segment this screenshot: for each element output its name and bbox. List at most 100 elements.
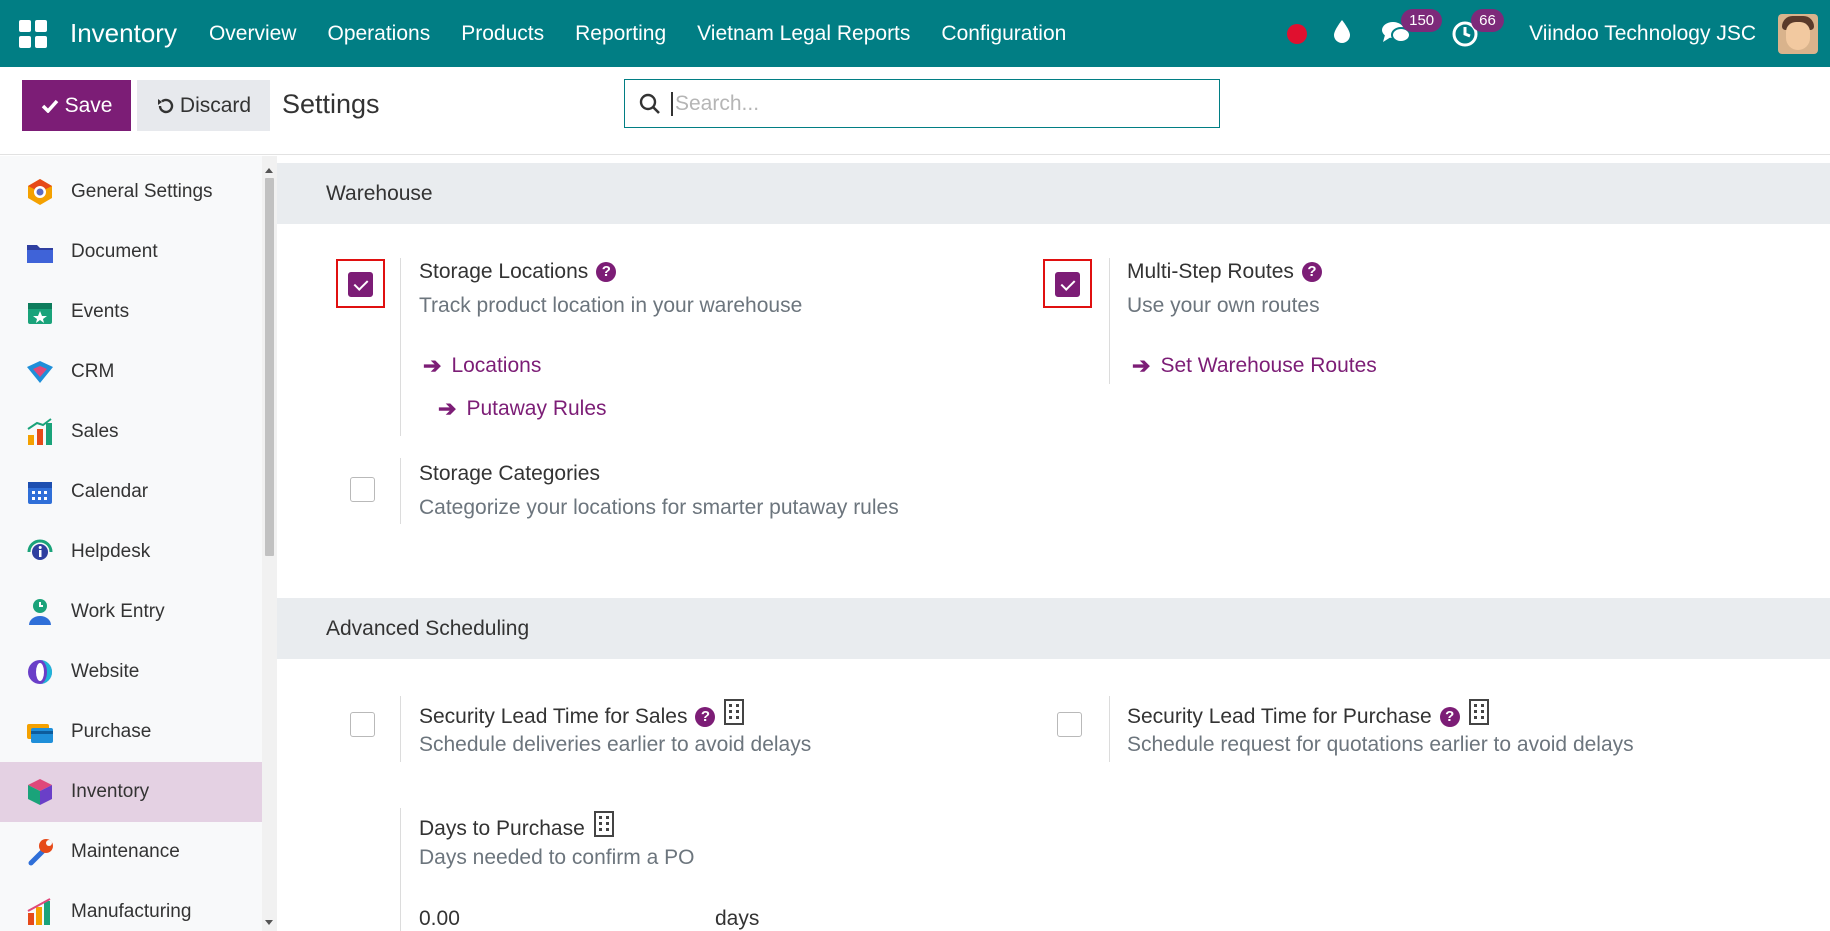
sidebar-item-helpdesk[interactable]: Helpdesk xyxy=(0,522,262,582)
activities-badge: 66 xyxy=(1471,8,1504,32)
sidebar-item-sales[interactable]: Sales xyxy=(0,402,262,462)
menu-reporting[interactable]: Reporting xyxy=(575,22,666,46)
sidebar-item-document[interactable]: Document xyxy=(0,222,262,282)
activities-button[interactable]: 66 xyxy=(1451,8,1504,48)
sidebar-item-inventory[interactable]: Inventory xyxy=(0,762,262,822)
company-building-icon xyxy=(593,811,614,837)
locations-link[interactable]: ➔ Locations xyxy=(423,353,541,379)
undo-icon xyxy=(157,98,174,113)
scroll-up-arrow[interactable] xyxy=(265,168,273,173)
settings-content: Warehouse Storage Locations? Track produ… xyxy=(277,156,1830,931)
storage-categories-desc: Categorize your locations for smarter pu… xyxy=(419,496,899,519)
sidebar-item-label: Work Entry xyxy=(71,601,165,622)
page-title: Settings xyxy=(282,89,380,119)
storage-categories-checkbox[interactable] xyxy=(350,477,375,502)
menu-products[interactable]: Products xyxy=(461,22,544,46)
lead-time-purchase-title: Security Lead Time for Purchase? xyxy=(1127,699,1490,729)
search-box[interactable] xyxy=(624,79,1220,128)
user-avatar[interactable] xyxy=(1778,13,1818,54)
purchase-icon xyxy=(27,724,53,743)
sidebar-item-label: Helpdesk xyxy=(71,541,151,562)
search-input[interactable] xyxy=(671,91,1191,116)
sidebar-item-general-settings[interactable]: General Settings xyxy=(0,162,262,222)
storage-categories-title: Storage Categories xyxy=(419,462,600,485)
sidebar-item-website[interactable]: Website xyxy=(0,642,262,702)
sidebar-item-work-entry[interactable]: Work Entry xyxy=(0,582,262,642)
scroll-down-arrow[interactable] xyxy=(265,920,273,925)
company-switcher[interactable]: Viindoo Technology JSC xyxy=(1529,22,1756,46)
save-label: Save xyxy=(64,93,113,117)
document-icon xyxy=(27,245,53,263)
sidebar-item-label: Inventory xyxy=(71,781,150,802)
sales-icon xyxy=(27,418,52,445)
apps-menu-icon[interactable] xyxy=(19,19,47,48)
calendar-icon xyxy=(28,482,52,504)
company-building-icon xyxy=(724,699,745,725)
recording-icon[interactable] xyxy=(1287,23,1308,44)
discard-button[interactable]: Discard xyxy=(137,80,270,131)
lead-time-purchase-checkbox[interactable] xyxy=(1057,712,1082,737)
link-label: Set Warehouse Routes xyxy=(1160,354,1377,377)
set-warehouse-routes-link[interactable]: ➔ Set Warehouse Routes xyxy=(1132,353,1377,379)
menu-operations[interactable]: Operations xyxy=(327,22,430,46)
setting-label: Storage Locations xyxy=(419,260,589,283)
save-button[interactable]: Save xyxy=(22,80,131,131)
divider xyxy=(400,808,401,931)
days-unit-label: days xyxy=(715,907,760,930)
messages-button[interactable]: 150 xyxy=(1381,8,1443,48)
sidebar-item-label: Purchase xyxy=(71,721,152,742)
scroll-thumb[interactable] xyxy=(265,178,274,556)
multi-step-routes-desc: Use your own routes xyxy=(1127,294,1320,317)
putaway-rules-link[interactable]: ➔ Putaway Rules xyxy=(438,396,607,422)
menu-vietnam-legal-reports[interactable]: Vietnam Legal Reports xyxy=(697,22,910,46)
top-navbar: Inventory Overview Operations Products R… xyxy=(0,0,1830,67)
sidebar-item-label: General Settings xyxy=(71,181,213,202)
arrow-right-icon: ➔ xyxy=(438,396,457,421)
days-to-purchase-desc: Days needed to confirm a PO xyxy=(419,846,695,869)
sidebar-item-label: Sales xyxy=(71,421,119,442)
messages-badge: 150 xyxy=(1401,8,1443,32)
control-panel: Save Discard Settings xyxy=(0,67,1830,155)
help-icon[interactable]: ? xyxy=(596,262,617,282)
sidebar-item-manufacturing[interactable]: Manufacturing xyxy=(0,882,262,931)
sidebar-item-calendar[interactable]: Calendar xyxy=(0,462,262,522)
divider xyxy=(1109,696,1110,762)
lead-time-sales-title: Security Lead Time for Sales? xyxy=(419,699,745,729)
sidebar-scrollbar[interactable] xyxy=(262,156,277,931)
link-label: Putaway Rules xyxy=(466,397,607,420)
drop-icon[interactable] xyxy=(1333,19,1351,48)
events-icon xyxy=(28,303,52,324)
lead-time-sales-checkbox[interactable] xyxy=(350,712,375,737)
settings-sidebar: General Settings Document Events CRM Sal… xyxy=(0,156,262,931)
sidebar-item-purchase[interactable]: Purchase xyxy=(0,702,262,762)
section-advanced-scheduling-heading: Advanced Scheduling xyxy=(277,598,1830,659)
maintenance-icon xyxy=(28,839,53,866)
storage-locations-desc: Track product location in your warehouse xyxy=(419,294,803,317)
sidebar-item-label: Calendar xyxy=(71,481,149,502)
sidebar-item-label: Manufacturing xyxy=(71,901,192,922)
menu-overview[interactable]: Overview xyxy=(209,22,297,46)
sidebar-item-label: CRM xyxy=(71,361,115,382)
setting-label: Security Lead Time for Sales xyxy=(419,705,688,728)
sidebar-item-label: Events xyxy=(71,301,130,322)
arrow-right-icon: ➔ xyxy=(423,353,442,378)
menu-configuration[interactable]: Configuration xyxy=(941,22,1066,46)
storage-locations-checkbox[interactable] xyxy=(348,272,373,297)
website-icon xyxy=(28,660,52,684)
sidebar-item-maintenance[interactable]: Maintenance xyxy=(0,822,262,882)
help-icon[interactable]: ? xyxy=(695,707,716,727)
help-icon[interactable]: ? xyxy=(1439,707,1460,727)
sidebar-item-crm[interactable]: CRM xyxy=(0,342,262,402)
days-to-purchase-title: Days to Purchase xyxy=(419,811,615,841)
inventory-icon xyxy=(28,779,52,805)
help-icon[interactable]: ? xyxy=(1301,262,1322,282)
days-to-purchase-input[interactable]: 0.00 xyxy=(419,907,460,931)
section-warehouse-heading: Warehouse xyxy=(277,163,1830,224)
helpdesk-icon xyxy=(27,539,53,560)
sidebar-item-events[interactable]: Events xyxy=(0,282,262,342)
discard-label: Discard xyxy=(179,93,252,117)
setting-label: Multi-Step Routes xyxy=(1127,260,1294,283)
multi-step-routes-checkbox[interactable] xyxy=(1055,272,1080,297)
app-brand[interactable]: Inventory xyxy=(70,18,177,49)
divider xyxy=(1109,258,1110,384)
